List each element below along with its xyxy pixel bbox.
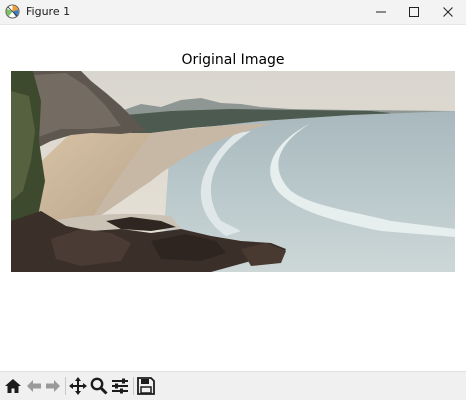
save-button[interactable] [136, 376, 156, 396]
back-arrow-icon [27, 380, 41, 392]
window-title: Figure 1 [26, 5, 71, 18]
beach-photo-image [11, 71, 455, 272]
minimize-button[interactable] [364, 0, 398, 24]
close-icon [443, 7, 453, 17]
maximize-button[interactable] [397, 0, 431, 24]
back-button[interactable] [24, 376, 44, 396]
forward-button[interactable] [43, 376, 63, 396]
toolbar-separator [133, 377, 134, 395]
home-icon [5, 379, 21, 393]
pan-button[interactable] [68, 376, 88, 396]
home-button[interactable] [3, 376, 23, 396]
configure-subplots-button[interactable] [110, 376, 130, 396]
maximize-icon [409, 7, 419, 17]
pan-icon [69, 377, 87, 395]
zoom-icon [90, 377, 108, 395]
close-button[interactable] [431, 0, 465, 24]
forward-arrow-icon [46, 380, 60, 392]
navigation-toolbar [0, 371, 466, 400]
zoom-button[interactable] [89, 376, 109, 396]
figure-title: Original Image [181, 52, 285, 68]
configure-subplots-icon [112, 378, 128, 394]
save-icon [137, 377, 155, 395]
figure-window: Figure 1 Original Image [0, 0, 466, 400]
toolbar-separator [65, 377, 66, 395]
title-bar[interactable]: Figure 1 [0, 0, 466, 25]
matplotlib-logo-icon [5, 4, 20, 19]
minimize-icon [376, 11, 386, 13]
